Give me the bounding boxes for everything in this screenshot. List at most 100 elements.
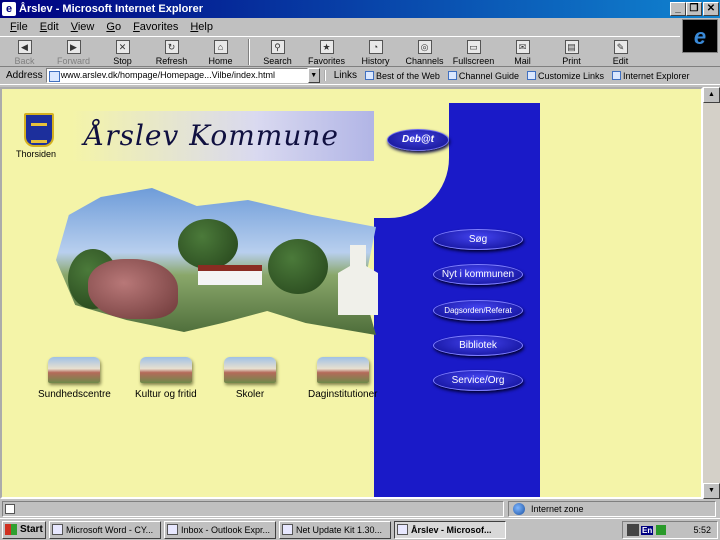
- page-title: Årslev Kommune: [84, 119, 339, 152]
- menu-favorites[interactable]: Favorites: [127, 21, 184, 33]
- facility-schools[interactable]: Skoler: [224, 357, 276, 400]
- nav-search-button[interactable]: Søg: [433, 229, 523, 250]
- globe-icon: [513, 503, 525, 515]
- home-icon: ⌂: [213, 40, 228, 54]
- title-bar[interactable]: e Årslev - Microsoft Internet Explorer _…: [0, 0, 720, 18]
- outlook-icon: [167, 524, 178, 535]
- mail-icon: ✉: [515, 40, 530, 54]
- link-customize-links[interactable]: Customize Links: [523, 71, 608, 81]
- ie-icon: e: [2, 2, 16, 16]
- facility-label: Skoler: [235, 389, 265, 400]
- facility-label: Daginstitutioner: [308, 389, 378, 400]
- coat-of-arms-icon[interactable]: [24, 113, 54, 147]
- print-button[interactable]: ▤ Print: [547, 37, 596, 67]
- scroll-down-arrow-icon[interactable]: ▼: [703, 483, 720, 499]
- address-input[interactable]: www.arslev.dk/hompage/Homepage...Vilbe/i…: [45, 68, 308, 83]
- menu-go[interactable]: Go: [100, 21, 127, 33]
- back-arrow-icon: ◀: [17, 40, 32, 54]
- back-button[interactable]: ◀ Back: [0, 37, 49, 67]
- search-button[interactable]: ⚲ Search: [253, 37, 302, 67]
- links-label[interactable]: Links: [323, 70, 361, 81]
- net-update-icon: [282, 524, 293, 535]
- collage-house: [198, 265, 262, 285]
- facility-daycare[interactable]: Daginstitutioner: [308, 357, 377, 400]
- maximize-button[interactable]: ❐: [686, 2, 702, 16]
- link-page-icon: [365, 71, 375, 80]
- language-indicator[interactable]: En: [641, 525, 654, 535]
- address-label: Address: [6, 70, 43, 81]
- back-label: Back: [14, 56, 35, 66]
- vertical-scrollbar[interactable]: ▲ ▼: [703, 87, 720, 499]
- nav-library-button[interactable]: Bibliotek: [433, 335, 523, 356]
- facility-health-centres[interactable]: Sundhedscentre: [38, 357, 111, 400]
- menu-view[interactable]: View: [65, 21, 101, 33]
- minimize-button[interactable]: _: [670, 2, 686, 16]
- link-page-icon: [612, 71, 621, 80]
- ie-throbber-logo-icon: e: [682, 19, 718, 53]
- task-label: Net Update Kit 1.30...: [296, 524, 383, 535]
- task-net-update[interactable]: Net Update Kit 1.30...: [279, 520, 391, 539]
- nav-agenda-button[interactable]: Dagsorden/Referat: [433, 300, 523, 321]
- forward-button[interactable]: ▶ Forward: [49, 37, 98, 67]
- task-word[interactable]: Microsoft Word - CY...: [49, 520, 161, 539]
- link-channel-guide[interactable]: Channel Guide: [444, 71, 523, 81]
- edit-icon: ✎: [613, 40, 628, 54]
- task-ie-arslev[interactable]: Årslev - Microsof...: [394, 520, 506, 539]
- menu-edit[interactable]: Edit: [34, 21, 65, 33]
- nav-news-button[interactable]: Nyt i kommunen: [433, 264, 523, 285]
- link-best-of-web[interactable]: Best of the Web: [361, 71, 444, 81]
- facility-culture-leisure[interactable]: Kultur og fritid: [135, 357, 197, 400]
- frontpage-link[interactable]: Thorsiden: [16, 149, 56, 159]
- mail-label: Mail: [514, 56, 531, 66]
- start-button[interactable]: Start: [2, 520, 46, 539]
- toolbar: ◀ Back ▶ Forward ✕ Stop ↻ Refresh ⌂ Home ⚲ Sea…: [0, 36, 680, 66]
- stop-button[interactable]: ✕ Stop: [98, 37, 147, 67]
- windows-logo-icon: [5, 524, 17, 535]
- search-label: Search: [263, 56, 292, 66]
- forward-label: Forward: [56, 56, 90, 66]
- toolbar-separator: [248, 39, 250, 65]
- debat-button[interactable]: Deb@t: [387, 129, 449, 151]
- facility-image: [224, 357, 276, 383]
- fullscreen-button[interactable]: ▭ Fullscreen: [449, 37, 498, 67]
- collage-sculpture: [88, 259, 178, 319]
- close-button[interactable]: ✕: [703, 2, 719, 16]
- tray-speaker-icon[interactable]: [627, 524, 639, 536]
- address-bar: Address www.arslev.dk/hompage/Homepage..…: [0, 66, 720, 85]
- refresh-button[interactable]: ↻ Refresh: [147, 37, 196, 67]
- favorites-button[interactable]: ★ Favorites: [302, 37, 351, 67]
- edit-button[interactable]: ✎ Edit: [596, 37, 645, 67]
- security-zone: Internet zone: [508, 501, 716, 517]
- word-icon: [52, 524, 63, 535]
- history-button[interactable]: ◔ History: [351, 37, 400, 67]
- facility-label: Kultur og fritid: [135, 389, 197, 400]
- mail-button[interactable]: ✉ Mail: [498, 37, 547, 67]
- scroll-up-arrow-icon[interactable]: ▲: [703, 87, 720, 103]
- stop-icon: ✕: [115, 40, 130, 54]
- favorites-icon: ★: [319, 40, 334, 54]
- refresh-label: Refresh: [155, 56, 188, 66]
- channels-button[interactable]: ◎ Channels: [400, 37, 449, 67]
- window-title: Årslev - Microsoft Internet Explorer: [19, 3, 203, 15]
- link-label: Customize Links: [537, 70, 604, 81]
- link-label: Internet Explorer: [623, 70, 690, 81]
- nav-service-button[interactable]: Service/Org: [433, 370, 523, 391]
- address-dropdown-button[interactable]: ▼: [307, 68, 320, 83]
- home-button[interactable]: ⌂ Home: [196, 37, 245, 67]
- history-label: History: [361, 56, 390, 66]
- facility-image: [316, 357, 369, 383]
- system-tray: En 5:52: [622, 521, 718, 539]
- clock[interactable]: 5:52: [693, 525, 711, 535]
- facility-image: [139, 357, 192, 383]
- menu-help[interactable]: Help: [184, 21, 219, 33]
- status-bar: Internet zone: [0, 500, 720, 518]
- menu-file[interactable]: File: [4, 21, 34, 33]
- task-outlook[interactable]: Inbox - Outlook Expr...: [164, 520, 276, 539]
- fullscreen-icon: ▭: [466, 40, 481, 54]
- stop-label: Stop: [113, 56, 132, 66]
- collage-tree: [268, 239, 328, 294]
- home-label: Home: [208, 56, 233, 66]
- link-internet-explorer[interactable]: Internet Explorer: [608, 71, 694, 81]
- tray-network-icon[interactable]: [656, 525, 667, 535]
- favorites-label: Favorites: [307, 56, 345, 66]
